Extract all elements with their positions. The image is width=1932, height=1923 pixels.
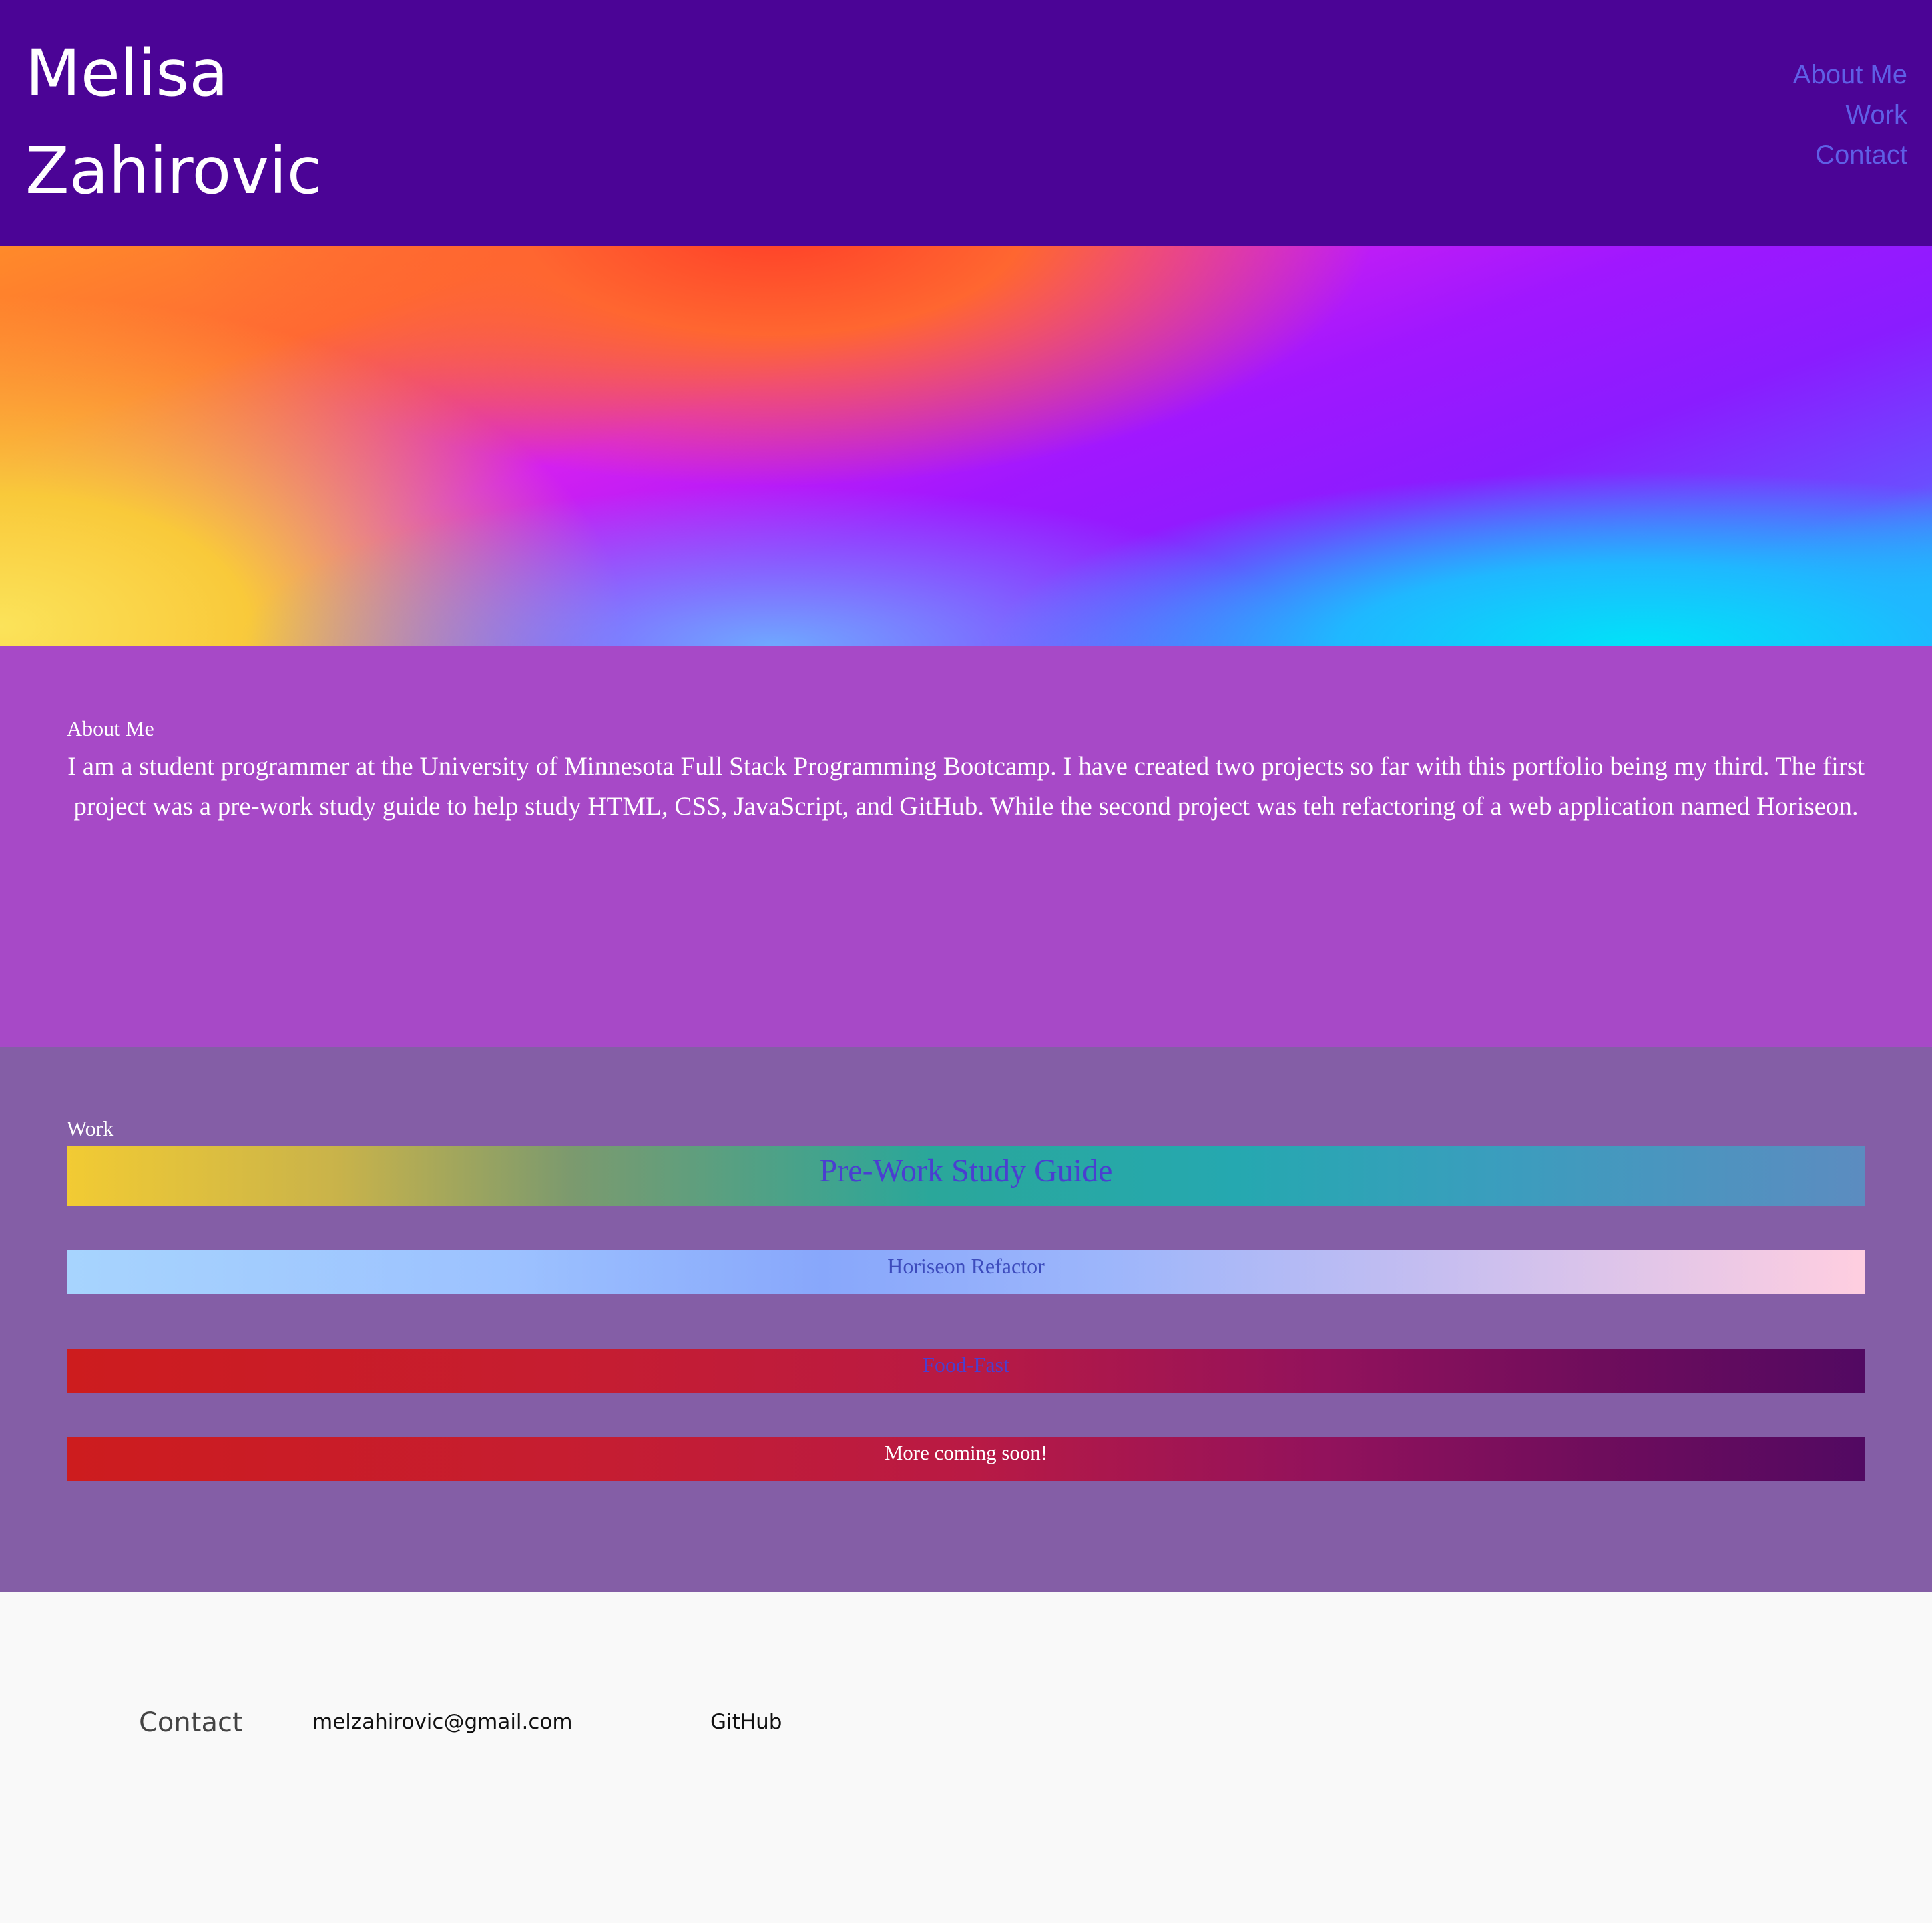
work-heading: Work	[67, 1116, 114, 1140]
site-header: Melisa Zahirovic About Me Work Contact	[0, 0, 1932, 246]
nav-link-work[interactable]: Work	[1793, 95, 1907, 135]
about-text: I am a student programmer at the Univers…	[67, 752, 1865, 821]
contact-section: Contact melzahirovic@gmail.com GitHub	[0, 1592, 1932, 1923]
project-link-pre-work-study-guide[interactable]: Pre-Work Study Guide	[67, 1146, 1865, 1206]
hero-banner-image	[0, 246, 1932, 646]
about-section: About Me I am a student programmer at th…	[0, 646, 1932, 1047]
contact-github-link[interactable]: GitHub	[710, 1712, 782, 1733]
contact-heading: Contact	[139, 1707, 243, 1738]
nav-link-about-me[interactable]: About Me	[1793, 55, 1907, 95]
about-heading: About Me	[67, 716, 154, 740]
contact-email-link[interactable]: melzahirovic@gmail.com	[312, 1712, 573, 1733]
project-link-horiseon-refactor[interactable]: Horiseon Refactor	[67, 1250, 1865, 1294]
site-title-last-name: Zahirovic	[25, 134, 322, 208]
work-section: Work Pre-Work Study Guide Horiseon Refac…	[0, 1047, 1932, 1592]
main-nav: About Me Work Contact	[1793, 55, 1907, 175]
nav-link-contact[interactable]: Contact	[1793, 135, 1907, 175]
project-link-food-fast[interactable]: Food-Fast	[67, 1349, 1865, 1393]
hero-gradient-overlay	[0, 246, 1932, 646]
project-coming-soon: More coming soon!	[67, 1437, 1865, 1481]
site-title-first-name: Melisa	[25, 36, 229, 111]
